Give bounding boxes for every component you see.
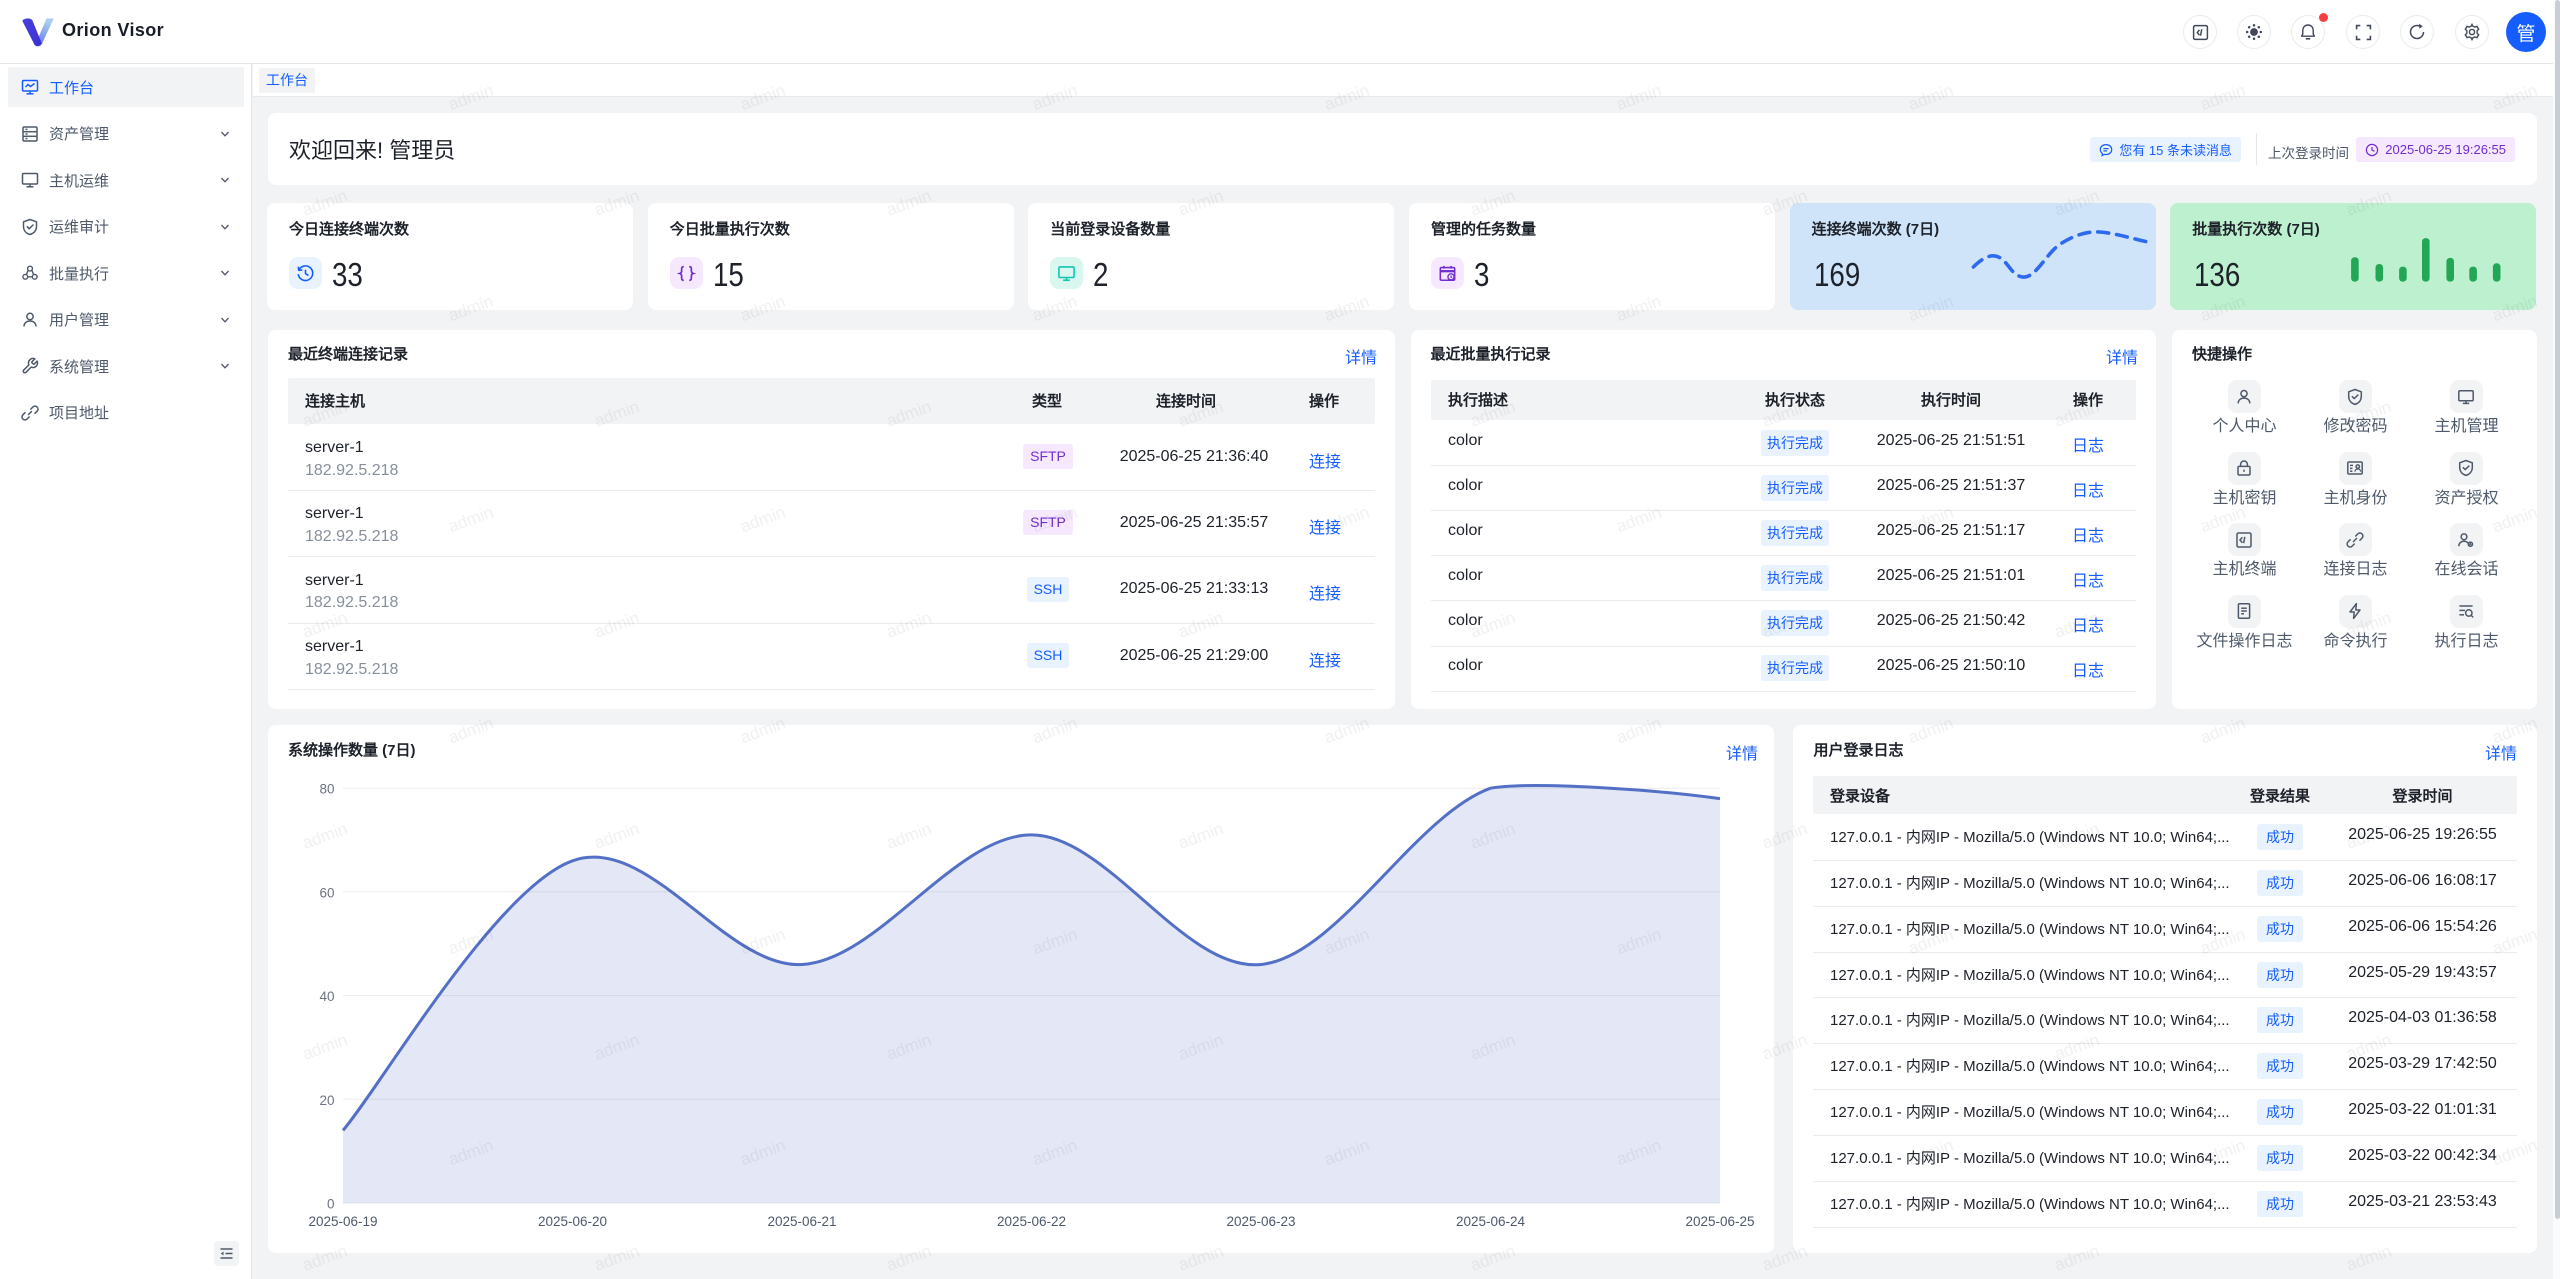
svg-text:2025-06-20: 2025-06-20 [538,1214,607,1229]
svg-text:60: 60 [319,885,334,900]
svg-text:2025-06-23: 2025-06-23 [1226,1214,1295,1229]
svg-text:2025-06-22: 2025-06-22 [997,1214,1066,1229]
svg-text:2025-06-19: 2025-06-19 [308,1214,377,1229]
svg-text:2025-06-21: 2025-06-21 [767,1214,836,1229]
svg-text:20: 20 [319,1093,334,1108]
svg-text:2025-06-24: 2025-06-24 [1456,1214,1526,1229]
svg-text:80: 80 [319,782,334,797]
svg-text:2025-06-25: 2025-06-25 [1685,1214,1754,1229]
svg-text:0: 0 [327,1197,335,1212]
svg-text:40: 40 [319,989,334,1004]
